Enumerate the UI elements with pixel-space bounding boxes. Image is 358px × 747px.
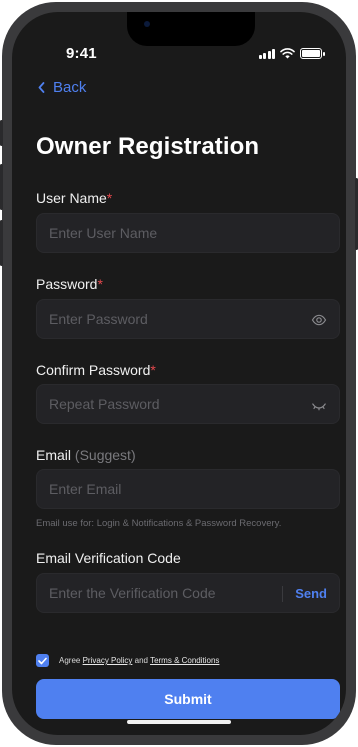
volume-down-button xyxy=(0,220,3,266)
signal-icon xyxy=(258,48,275,59)
terms-conditions-link[interactable]: Terms & Conditions xyxy=(150,656,219,665)
confirm-password-field[interactable] xyxy=(36,384,340,424)
status-icons xyxy=(258,48,325,59)
email-input[interactable] xyxy=(49,470,299,508)
back-button[interactable]: Back xyxy=(38,79,86,96)
chevron-left-icon xyxy=(38,82,45,93)
app-screen: 9:41 Back Owner Registration User Name* xyxy=(12,12,346,735)
confirm-password-label: Confirm Password* xyxy=(36,362,156,378)
eye-closed-icon[interactable] xyxy=(311,397,327,413)
required-mark: * xyxy=(97,276,103,292)
agree-prefix: Agree xyxy=(59,656,81,665)
agreement-text: Agree Privacy Policy and Terms & Conditi… xyxy=(59,656,219,665)
agreement-row: Agree Privacy Policy and Terms & Conditi… xyxy=(36,654,219,667)
send-code-button[interactable]: Send xyxy=(295,586,327,601)
home-indicator xyxy=(127,720,231,724)
submit-button[interactable]: Submit xyxy=(36,679,340,719)
email-label: Email (Suggest) xyxy=(36,447,136,463)
notch xyxy=(127,12,255,46)
confirm-password-input[interactable] xyxy=(49,385,299,423)
username-label: User Name* xyxy=(36,190,112,206)
camera-icon xyxy=(144,21,150,27)
verification-code-input[interactable] xyxy=(49,574,269,612)
email-label-text: Email xyxy=(36,447,72,463)
password-field[interactable] xyxy=(36,299,340,339)
password-input[interactable] xyxy=(49,300,299,338)
status-time: 9:41 xyxy=(66,45,97,62)
eye-open-icon[interactable] xyxy=(311,312,327,328)
required-mark: * xyxy=(106,190,113,206)
page-title: Owner Registration xyxy=(36,133,260,160)
password-label-text: Password xyxy=(36,276,98,292)
email-suggest-label: (Suggest) xyxy=(74,447,136,463)
password-label: Password* xyxy=(36,276,103,292)
username-input[interactable] xyxy=(49,214,299,252)
username-field[interactable] xyxy=(36,213,340,253)
back-label: Back xyxy=(53,79,87,96)
wifi-icon xyxy=(280,48,295,59)
checkmark-icon xyxy=(38,657,47,664)
agree-conjunction: and xyxy=(134,656,148,665)
email-field[interactable] xyxy=(36,469,340,509)
privacy-policy-link[interactable]: Privacy Policy xyxy=(83,656,133,665)
mute-switch xyxy=(0,120,3,146)
field-divider xyxy=(282,586,283,602)
required-mark: * xyxy=(150,362,156,378)
confirm-password-label-text: Confirm Password xyxy=(36,362,151,378)
verification-code-field[interactable]: Send xyxy=(36,573,340,613)
volume-up-button xyxy=(0,164,3,210)
verification-code-label: Email Verification Code xyxy=(36,550,181,566)
email-hint: Email use for: Login & Notifications & P… xyxy=(36,518,282,529)
agree-checkbox[interactable] xyxy=(36,654,49,667)
phone-frame: 9:41 Back Owner Registration User Name* xyxy=(0,2,358,745)
battery-icon xyxy=(300,48,325,59)
username-label-text: User Name xyxy=(36,190,107,206)
